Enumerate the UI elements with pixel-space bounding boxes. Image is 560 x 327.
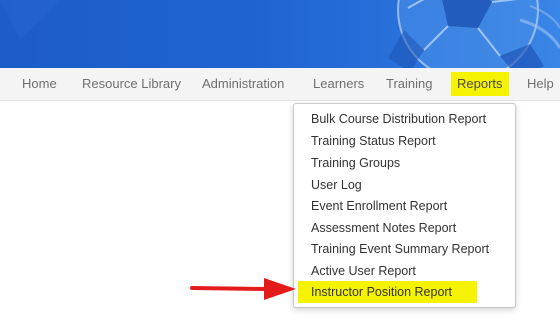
menu-item-training-event-summary-report[interactable]: Training Event Summary Report	[311, 239, 489, 259]
nav-home[interactable]: Home	[22, 68, 57, 100]
nav-administration[interactable]: Administration	[202, 68, 284, 100]
menu-item-training-groups[interactable]: Training Groups	[311, 153, 400, 173]
menu-item-active-user-report[interactable]: Active User Report	[311, 261, 416, 281]
reports-dropdown-menu: Bulk Course Distribution Report Training…	[293, 103, 516, 308]
menu-item-event-enrollment-report[interactable]: Event Enrollment Report	[311, 196, 447, 216]
nav-learners[interactable]: Learners	[313, 68, 364, 100]
header-banner	[0, 0, 560, 68]
soccer-ball-icon	[0, 0, 560, 68]
nav-resource-library[interactable]: Resource Library	[82, 68, 181, 100]
menu-item-bulk-course-distribution-report[interactable]: Bulk Course Distribution Report	[311, 109, 486, 129]
nav-reports[interactable]: Reports	[451, 72, 509, 96]
nav-help[interactable]: Help	[527, 68, 554, 100]
menu-item-instructor-position-report[interactable]: Instructor Position Report	[298, 281, 477, 303]
nav-training[interactable]: Training	[386, 68, 432, 100]
main-navbar: Home Resource Library Administration Lea…	[0, 68, 560, 101]
menu-item-assessment-notes-report[interactable]: Assessment Notes Report	[311, 218, 456, 238]
menu-item-training-status-report[interactable]: Training Status Report	[311, 131, 436, 151]
menu-item-user-log[interactable]: User Log	[311, 175, 362, 195]
red-arrow-icon	[190, 278, 296, 300]
